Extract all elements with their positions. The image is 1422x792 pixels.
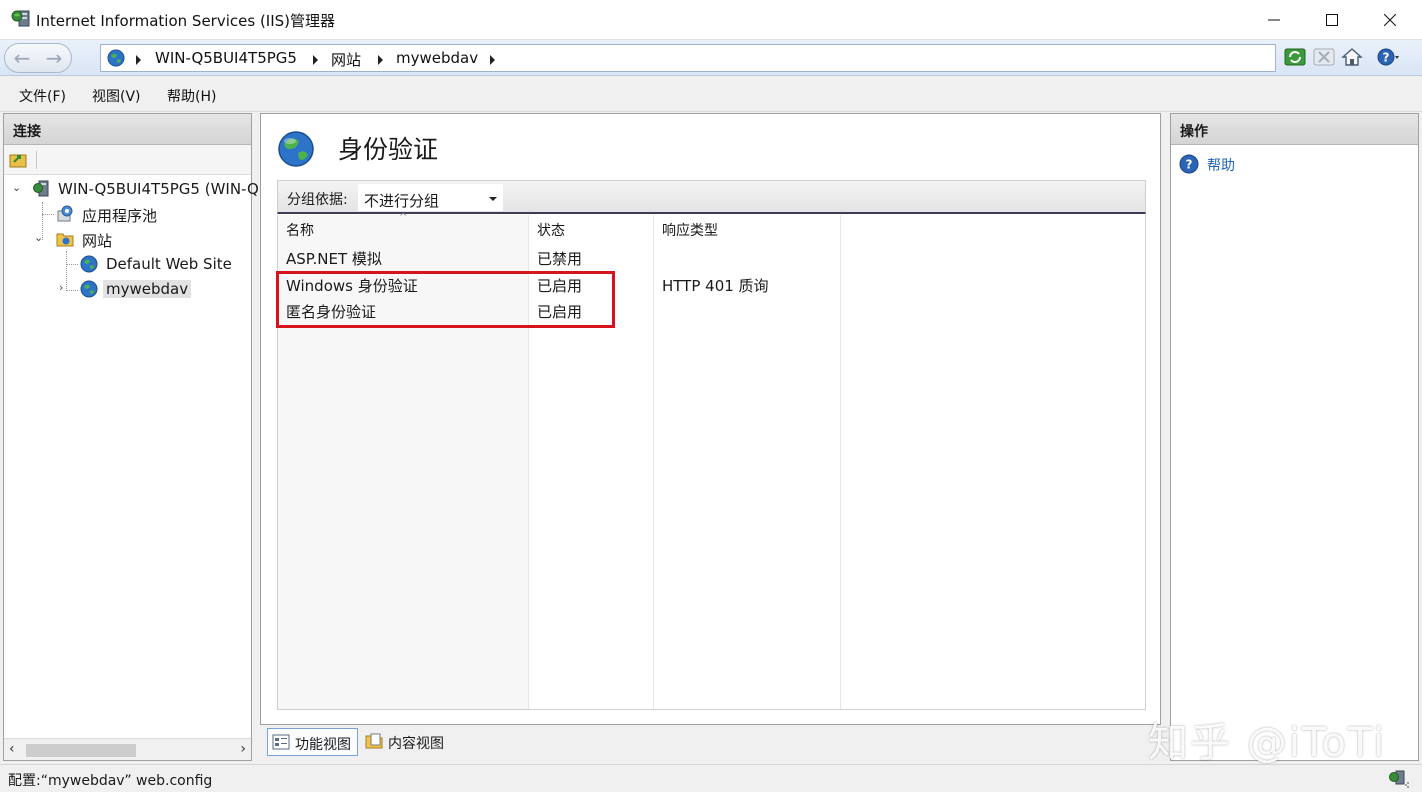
features-view-icon xyxy=(272,734,290,750)
scrollbar-thumb[interactable] xyxy=(26,744,136,757)
column-divider xyxy=(840,215,841,709)
breadcrumb-site[interactable]: mywebdav xyxy=(396,49,478,67)
tab-label: 功能视图 xyxy=(295,737,351,753)
tree-line xyxy=(66,251,67,291)
connect-icon[interactable] xyxy=(9,151,27,169)
tree-item-label: WIN-Q5BUI4T5PG5 (WIN-Q xyxy=(58,180,259,198)
close-button[interactable] xyxy=(1361,0,1419,40)
breadcrumb-separator-icon[interactable] xyxy=(136,55,141,65)
authentication-globe-icon xyxy=(278,131,314,167)
toolbar-separator xyxy=(36,151,37,169)
tree-item-server[interactable]: ⌄ WIN-Q5BUI4T5PG5 (WIN-Q xyxy=(10,178,259,202)
view-tabs: 功能视图 内容视图 xyxy=(260,726,1161,760)
forward-button[interactable]: → xyxy=(41,47,67,69)
maximize-button[interactable] xyxy=(1303,0,1361,40)
group-by-label: 分组依据: xyxy=(287,192,348,208)
column-header-name[interactable]: 名称 xyxy=(286,220,314,240)
tree-item-label: Default Web Site xyxy=(106,255,232,273)
chevron-down-icon[interactable]: ⌄ xyxy=(12,181,21,194)
address-bar: ← → WIN-Q5BUI4T5PG5 网站 mywebdav ? xyxy=(0,40,1422,76)
tree-item-label: 应用程序池 xyxy=(82,207,158,225)
tab-features-view[interactable]: 功能视图 xyxy=(267,728,358,756)
connections-header: 连接 xyxy=(4,114,251,145)
page-title: 身份验证 xyxy=(338,135,439,164)
row-response-type: HTTP 401 质询 xyxy=(662,277,769,295)
group-by-value: 不进行分组 xyxy=(364,192,440,210)
menu-help[interactable]: 帮助(H) xyxy=(167,86,216,106)
minimize-icon xyxy=(1268,19,1280,21)
sort-ascending-icon: ^ xyxy=(399,212,408,223)
globe-icon xyxy=(80,280,98,298)
server-status-icon xyxy=(1389,770,1409,788)
group-by-bar: 分组依据: 不进行分组 xyxy=(277,180,1146,214)
svg-text:?: ? xyxy=(1186,158,1193,172)
column-header-response-type[interactable]: 响应类型 xyxy=(662,220,718,240)
window-title: Internet Information Services (IIS)管理器 xyxy=(36,12,336,30)
home-icon[interactable] xyxy=(1341,46,1363,68)
breadcrumb-separator-icon[interactable] xyxy=(490,55,495,65)
menu-bar: 文件(F) 视图(V) 帮助(H) xyxy=(0,77,1422,112)
tree-line xyxy=(42,214,54,215)
row-name: ASP.NET 模拟 xyxy=(286,250,382,268)
minimize-button[interactable] xyxy=(1245,0,1303,40)
help-icon[interactable]: ? xyxy=(1377,46,1399,68)
breadcrumb-separator-icon[interactable] xyxy=(378,55,383,65)
sites-folder-icon xyxy=(56,233,74,247)
breadcrumb-server[interactable]: WIN-Q5BUI4T5PG5 xyxy=(155,49,297,67)
chevron-right-icon[interactable]: › xyxy=(59,281,63,294)
watermark: 知乎 @iToTi xyxy=(1148,720,1387,766)
tree-item-label: 网站 xyxy=(82,232,113,250)
column-header-status[interactable]: 状态 xyxy=(537,220,565,240)
tab-label: 内容视图 xyxy=(388,736,444,752)
svg-text:?: ? xyxy=(1383,51,1390,65)
breadcrumb[interactable]: WIN-Q5BUI4T5PG5 网站 mywebdav xyxy=(100,44,1276,72)
feature-pane: 身份验证 分组依据: 不进行分组 ^ 名称 状态 响应类型 ASP.NET 模拟… xyxy=(260,113,1161,725)
help-icon: ? xyxy=(1179,154,1199,174)
nav-buttons: ← → xyxy=(4,43,72,73)
close-icon xyxy=(1384,14,1396,26)
breadcrumb-separator-icon[interactable] xyxy=(313,55,318,65)
tree-line xyxy=(66,264,78,265)
scroll-right-icon[interactable]: › xyxy=(240,741,246,757)
menu-view[interactable]: 视图(V) xyxy=(92,86,141,106)
connections-pane: 连接 ⌄ WIN-Q5BUI4T5PG5 (WIN-Q 应用程序池 ⌄ 网站 D… xyxy=(3,113,259,761)
app-pool-icon xyxy=(57,205,73,222)
scroll-left-icon[interactable]: ‹ xyxy=(9,741,15,757)
refresh-icon[interactable] xyxy=(1284,46,1306,68)
globe-icon xyxy=(80,255,98,273)
breadcrumb-sites[interactable]: 网站 xyxy=(331,49,361,70)
menu-file[interactable]: 文件(F) xyxy=(19,86,66,106)
maximize-icon xyxy=(1326,14,1338,26)
column-divider xyxy=(653,215,654,709)
stop-icon[interactable] xyxy=(1313,46,1335,68)
actions-header: 操作 xyxy=(1171,114,1418,145)
server-icon xyxy=(33,180,49,197)
chevron-down-icon xyxy=(489,197,497,201)
action-help-label: 帮助 xyxy=(1207,158,1235,174)
tab-content-view[interactable]: 内容视图 xyxy=(361,728,450,756)
back-button[interactable]: ← xyxy=(9,47,35,69)
connections-toolbar xyxy=(4,145,251,175)
row-status: 已禁用 xyxy=(537,250,583,268)
status-text: 配置:“mywebdav” web.config xyxy=(8,773,213,789)
horizontal-scrollbar[interactable]: ‹ › xyxy=(4,738,251,760)
iis-manager-icon xyxy=(11,10,30,27)
actions-pane: 操作 ? 帮助 xyxy=(1170,113,1419,761)
globe-icon xyxy=(107,49,125,67)
chevron-down-icon[interactable]: ⌄ xyxy=(34,231,43,244)
tree-item-label: mywebdav xyxy=(103,280,192,298)
title-bar: Internet Information Services (IIS)管理器 xyxy=(0,0,1422,40)
red-highlight-box xyxy=(276,271,615,328)
group-by-select[interactable]: 不进行分组 xyxy=(358,184,503,211)
tree-line xyxy=(66,290,78,291)
status-bar: 配置:“mywebdav” web.config xyxy=(0,764,1422,792)
content-view-icon xyxy=(365,733,383,749)
